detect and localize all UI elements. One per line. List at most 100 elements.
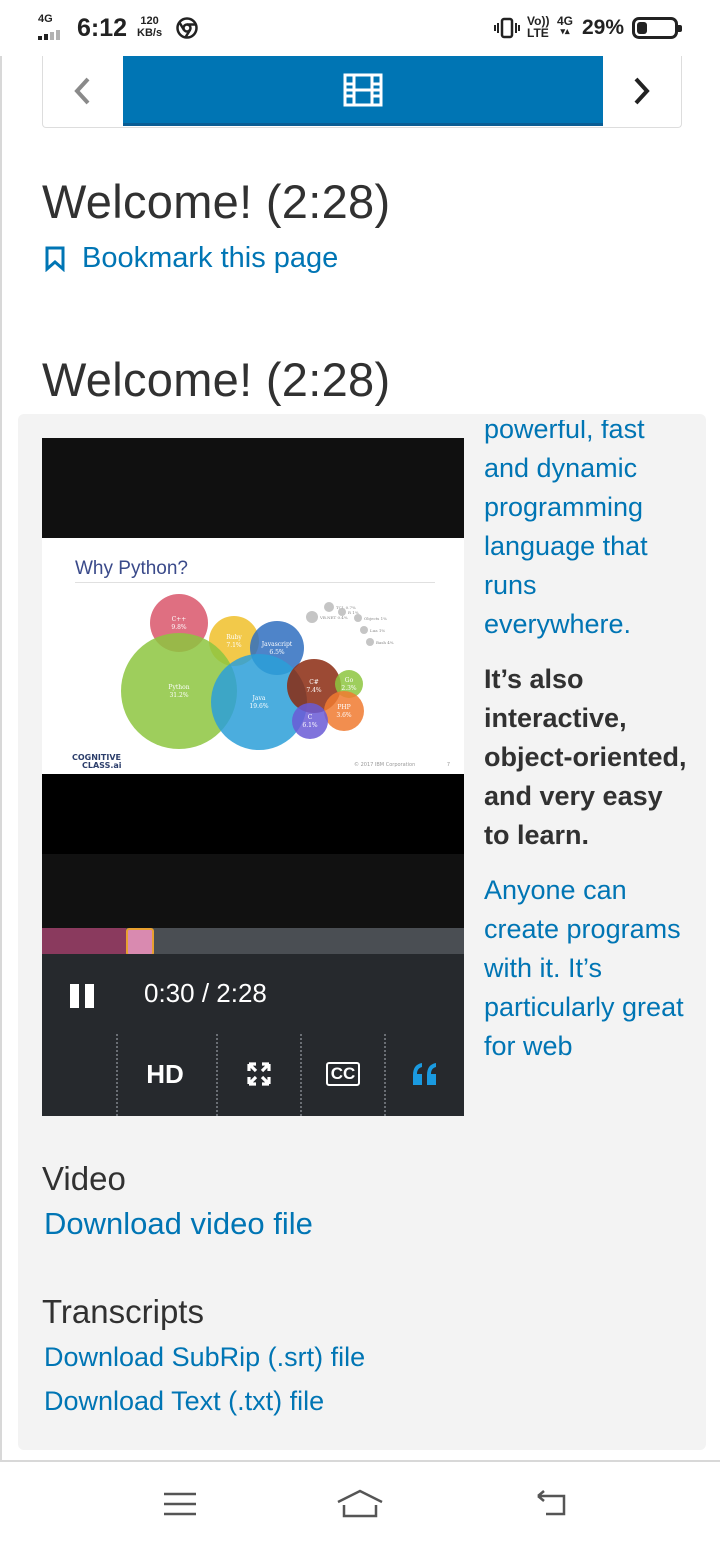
- pause-icon-bar: [85, 984, 94, 1008]
- transcripts-heading: Transcripts: [42, 1293, 204, 1330]
- bubble-label: Objects 1%: [364, 616, 387, 621]
- bookmark-icon: [45, 246, 65, 272]
- signal-icon: [38, 28, 72, 40]
- bubble-r: [338, 608, 346, 616]
- quote-icon: [413, 1063, 436, 1085]
- volte-indicator: Vo)) LTE: [527, 15, 549, 39]
- bubble-tcl: [324, 602, 334, 612]
- download-txt-link[interactable]: Download Text (.txt) file: [44, 1386, 324, 1417]
- speed-unit: KB/s: [137, 27, 163, 39]
- video-time: 0:30 / 2:28: [144, 978, 267, 1008]
- bubble-objects: [354, 614, 362, 622]
- transcript-toggle-button[interactable]: [386, 1054, 464, 1094]
- transcript-list: powerful, fast and dynamic programming l…: [484, 420, 690, 1082]
- status-bar: 4G 6:12 120 KB/s Vo)) LTE 4G ▾▴ 29%: [0, 0, 720, 56]
- logo-line2: CLASS.ai: [82, 761, 122, 770]
- battery-fill: [637, 22, 647, 34]
- bubble-value: 7.1%: [226, 642, 242, 649]
- video-heading: Video: [42, 1160, 126, 1197]
- bubble-label: Java: [252, 695, 266, 702]
- home-button[interactable]: [330, 1482, 390, 1526]
- previous-unit-button[interactable]: [43, 56, 121, 126]
- bubble-bash: [366, 638, 374, 646]
- video-frame: Why Python? C++ 9.8% Ruby 7.1% Javascript 6.5…: [42, 538, 464, 774]
- video-letterbox-bottom: [42, 774, 464, 854]
- cc-label: CC: [330, 1064, 356, 1083]
- video-progress-bar[interactable]: [42, 928, 464, 956]
- pause-icon: [70, 984, 79, 1008]
- home-icon: [337, 1489, 383, 1518]
- progress-played: [42, 928, 127, 954]
- bubble-php: [324, 691, 364, 731]
- video-player[interactable]: Why Python? C++ 9.8% Ruby 7.1% Javascript 6.5…: [42, 438, 464, 1116]
- data-indicator: 4G ▾▴: [557, 15, 573, 36]
- bubble-label: Bash 4%: [376, 640, 394, 645]
- bookmark-button[interactable]: Bookmark this page: [44, 242, 338, 275]
- chevron-left-icon: [74, 77, 90, 105]
- bubble-lua: [360, 626, 368, 634]
- bubble-label: VB.NET 0.4%: [319, 615, 348, 620]
- pause-button[interactable]: [70, 984, 94, 1008]
- bubble-label: Javascript: [261, 641, 293, 648]
- bubble-vb-net: [306, 611, 318, 623]
- network-speed: 120 KB/s: [137, 15, 162, 39]
- bubble-c: [292, 703, 328, 739]
- transcript-line[interactable]: Anyone can create programs with it. It’s…: [484, 871, 690, 1066]
- cc-icon: CC: [325, 1062, 361, 1086]
- video-letterbox-top: [42, 438, 464, 538]
- bubble-value: 19.6%: [249, 703, 268, 710]
- cognitive-class-logo: COGNITIVE CLASS.ai: [72, 754, 122, 770]
- bubble-label: PHP: [337, 704, 350, 711]
- video-controls-backdrop: [42, 854, 464, 928]
- copyright-text: © 2017 IBM Corporation: [354, 762, 416, 768]
- download-video-link[interactable]: Download video file: [44, 1206, 313, 1242]
- data-arrows-icon: ▾▴: [560, 26, 570, 36]
- menu-icon: [164, 1492, 196, 1516]
- menu-button[interactable]: [150, 1482, 210, 1526]
- bubble-label: Lua 1%: [370, 628, 385, 633]
- video-controls: 0:30 / 2:28 HD CC: [42, 954, 464, 1116]
- control-separator: [116, 1034, 118, 1116]
- bubble-value: 6.5%: [269, 649, 285, 656]
- bubble-value: 7.4%: [306, 687, 322, 694]
- unit-title: Welcome! (2:28): [42, 175, 391, 228]
- captions-button[interactable]: CC: [302, 1054, 384, 1094]
- network-badge: 4G: [38, 13, 53, 25]
- clock: 6:12: [77, 14, 128, 42]
- chevron-right-icon: [634, 77, 650, 105]
- bubble-label: Python: [168, 684, 189, 691]
- bubble-value: 6.1%: [302, 722, 318, 729]
- vibrate-icon: [494, 17, 520, 39]
- bubble-value: 2.3%: [341, 685, 357, 692]
- transcript-panel[interactable]: powerful, fast and dynamic programming l…: [484, 420, 690, 1116]
- hd-button[interactable]: HD: [124, 1054, 206, 1094]
- video-control-row: HD CC: [116, 1034, 464, 1116]
- volte-bottom: LTE: [527, 26, 549, 40]
- bubble-label: Go: [345, 677, 354, 684]
- bubble-label: C: [308, 714, 313, 721]
- transcript-line-current[interactable]: It’s also interactive, object-oriented, …: [484, 660, 690, 855]
- progress-handle[interactable]: [126, 928, 155, 956]
- film-icon: [343, 73, 383, 106]
- speed-value: 120: [140, 15, 159, 27]
- chrome-icon: [176, 17, 198, 39]
- sequence-tab-video[interactable]: [123, 56, 603, 126]
- fullscreen-icon: [247, 1062, 271, 1086]
- language-bubble-chart: C++9.8% Ruby7.1% Javascript6.5% Python31.2%…: [121, 594, 394, 750]
- bubble-label: C#: [309, 679, 319, 686]
- system-nav-bar: [0, 1462, 720, 1544]
- fullscreen-button[interactable]: [218, 1054, 300, 1094]
- download-srt-link[interactable]: Download SubRip (.srt) file: [44, 1342, 365, 1373]
- bubble-label: C++: [172, 616, 187, 623]
- back-icon: [537, 1490, 566, 1516]
- page-left-border: [0, 56, 2, 1460]
- battery-icon: [632, 17, 682, 39]
- back-button[interactable]: [520, 1482, 580, 1526]
- bubble-value: 9.8%: [171, 624, 187, 631]
- next-unit-button[interactable]: [603, 56, 681, 126]
- bookmark-label: Bookmark this page: [82, 242, 339, 274]
- slide-copyright: © 2017 IBM Corporation 7: [354, 762, 450, 768]
- bubble-label: Ruby: [226, 634, 242, 641]
- video-title: Welcome! (2:28): [42, 353, 391, 406]
- transcript-line[interactable]: powerful, fast and dynamic programming l…: [484, 420, 690, 644]
